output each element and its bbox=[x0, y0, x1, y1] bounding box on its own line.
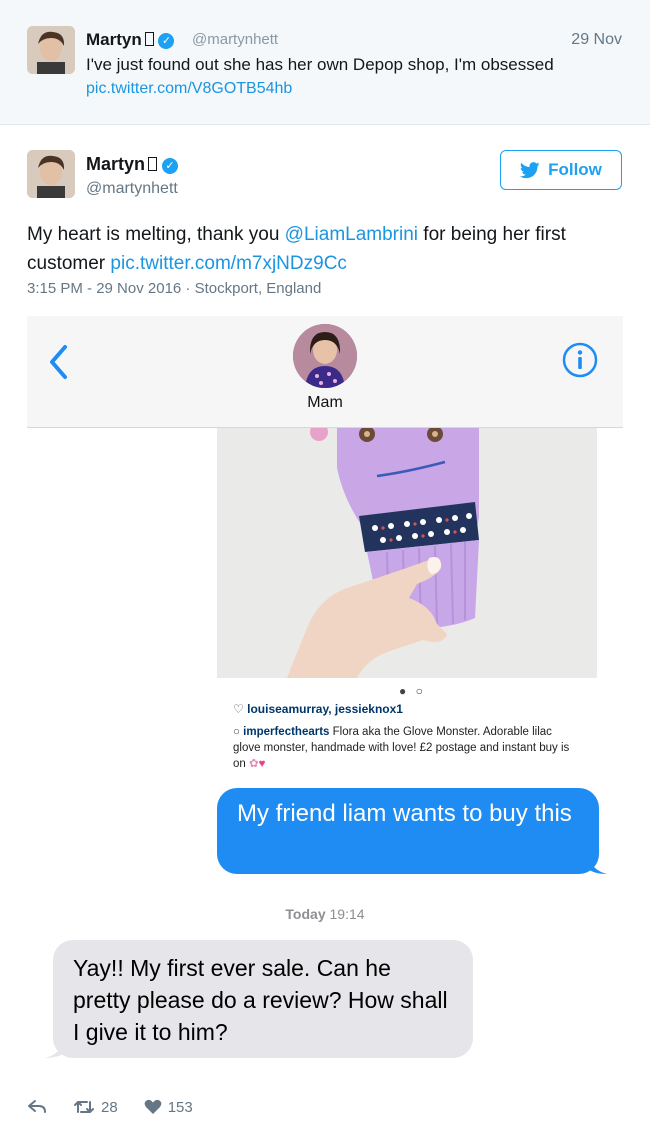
instagram-likes: ♡ louiseamurray, jessieknox1 bbox=[233, 702, 403, 716]
instagram-caption: ○ imperfecthearts Flora aka the Glove Mo… bbox=[233, 726, 570, 770]
conversation-header: Mam bbox=[27, 316, 623, 428]
bird-icon bbox=[520, 161, 540, 178]
avatar[interactable] bbox=[27, 150, 75, 198]
like-count: 153 bbox=[167, 1098, 193, 1116]
received-message-bubble: Yay!! My first ever sale. Can he pretty … bbox=[45, 940, 473, 1058]
bubble-tail bbox=[587, 854, 607, 874]
flower-emoji-icon: ✿ bbox=[249, 758, 259, 770]
retweet-icon bbox=[74, 1101, 94, 1113]
author-name[interactable]: Martyn ✓ bbox=[86, 30, 175, 50]
author-handle[interactable]: @martynhett bbox=[192, 31, 278, 48]
heart-icon bbox=[144, 1099, 162, 1114]
media-link[interactable]: pic.twitter.com/V8GOTB54hb bbox=[86, 80, 292, 98]
verified-badge-icon: ✓ bbox=[162, 158, 179, 174]
carousel-dots: ● ○ bbox=[399, 684, 426, 698]
retweet-count: 28 bbox=[101, 1098, 118, 1116]
tweet-meta[interactable]: 3:15 PM - 29 Nov 2016 · Stockport, Engla… bbox=[27, 280, 321, 297]
reply-button[interactable] bbox=[27, 1099, 47, 1115]
sent-message-bubble: My friend liam wants to buy this bbox=[217, 788, 607, 874]
tweet-text: I've just found out she has her own Depo… bbox=[86, 55, 554, 74]
mention-link[interactable]: @LiamLambrini bbox=[285, 224, 418, 245]
verified-badge-icon: ✓ bbox=[158, 33, 175, 49]
tweet-actions: 28 153 bbox=[27, 1095, 219, 1119]
parent-tweet[interactable]: Martyn ✓ @martynhett 29 Nov I've just fo… bbox=[0, 0, 650, 125]
message-timestamp: Today 19:14 bbox=[285, 906, 365, 922]
contact-name: Mam bbox=[307, 394, 343, 411]
like-button[interactable]: 153 bbox=[144, 1099, 193, 1116]
follow-button[interactable]: Follow bbox=[500, 150, 622, 190]
author-name[interactable]: Martyn ✓ bbox=[86, 154, 179, 175]
retweet-button[interactable]: 28 bbox=[73, 1099, 118, 1116]
sparkling-heart-emoji-icon: ♥ bbox=[258, 758, 266, 770]
attached-screenshot[interactable]: Mam ● ○ ♡ louiseamurray, jessieknox1 ○ i… bbox=[27, 316, 623, 1076]
heart-outline-icon: ♡ bbox=[233, 702, 244, 716]
avatar[interactable] bbox=[27, 26, 75, 74]
author-handle[interactable]: @martynhett bbox=[86, 180, 178, 198]
reply-icon bbox=[28, 1100, 46, 1113]
glove-monster-photo[interactable] bbox=[217, 428, 597, 678]
media-link[interactable]: pic.twitter.com/m7xjNDz9Cc bbox=[110, 253, 347, 274]
comment-icon: ○ bbox=[233, 726, 240, 738]
unknown-glyph-icon bbox=[144, 32, 154, 46]
tweet-text: My heart is melting, thank you @LiamLamb… bbox=[27, 224, 566, 274]
bubble-tail bbox=[45, 1038, 65, 1058]
back-chevron-icon[interactable] bbox=[45, 342, 71, 382]
contact-avatar[interactable] bbox=[293, 324, 357, 388]
info-icon[interactable] bbox=[562, 342, 598, 378]
unknown-glyph-icon bbox=[148, 157, 158, 171]
tweet-date[interactable]: 29 Nov bbox=[571, 31, 622, 49]
